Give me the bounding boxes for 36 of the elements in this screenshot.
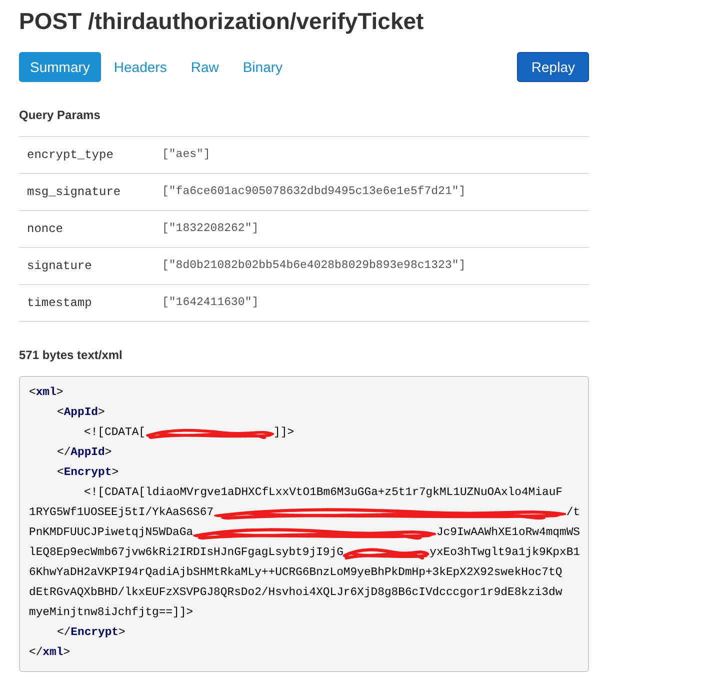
- section-heading: Query Params: [19, 107, 100, 124]
- tab[interactable]: Headers: [102, 52, 178, 82]
- page-title: POST /thirdauthorization/verifyTicket: [19, 7, 424, 36]
- code-text: <Encrypt>: [57, 466, 119, 482]
- param-value: ["1832208262"]: [162, 221, 259, 238]
- code-text: yxEo3hTwglt9a1jk9KpxB1: [430, 546, 580, 562]
- code-text: </AppId>: [57, 446, 112, 462]
- code-text: Jc9IwAAWhXE1oRw4mqmWS: [436, 526, 580, 542]
- param-name: nonce: [26, 221, 64, 238]
- code-text: dEtRGvAQXbBHD/lkxEUFzXSVPGJ8QRsDo2/Hsvhoi4XQLJr6XjD8g8B6cIVdcccgor1r9dE8kzi3dw: [29, 586, 562, 602]
- param-value: ["aes"]: [162, 147, 210, 164]
- replay-button[interactable]: Replay: [517, 52, 589, 82]
- code-text: </xml>: [29, 646, 70, 662]
- param-name: signature: [26, 258, 93, 275]
- code-text: <xml>: [29, 386, 64, 402]
- code-text: <![CDATA[: [84, 426, 146, 442]
- param-name: msg_signature: [26, 184, 122, 201]
- code-text: ]]>: [274, 426, 294, 442]
- param-value: ["8d0b21082b02bb54b6e4028b8029b893e98c1323"]: [162, 258, 466, 274]
- code-text: lEQ8Ep9ecWmb67jvw6kRi2IRDIsHJnGFgagLsybt9jI9jG: [29, 546, 344, 562]
- param-name: encrypt_type: [26, 147, 114, 164]
- code-text: <AppId>: [57, 406, 105, 422]
- tab[interactable]: Binary: [232, 52, 294, 82]
- tab[interactable]: Raw: [180, 52, 230, 82]
- code-text: PnKMDFUUCJPiwetqjN5WDaGa: [29, 526, 194, 542]
- code-text: </Encrypt>: [57, 626, 126, 642]
- code-text: 1RYG5Wf1UOSEEj5tI/YkAaS6S67: [29, 506, 214, 522]
- tab[interactable]: Summary: [19, 52, 101, 82]
- code-text: 6KhwYaDH2aVKPI94rQadiAjbSHMtRkaMLy++UCRG6BnzLoM9yeBhPkDmHp+3kEpX2X92swekHoc7tQ: [29, 566, 562, 582]
- section-heading: 571 bytes text/xml: [19, 347, 122, 364]
- code-text: myeMinjtnw8iJchfjtg==]]>: [29, 606, 194, 622]
- param-value: ["fa6ce601ac905078632dbd9495c13e6e1e5f7d21"]: [162, 184, 466, 200]
- param-value: ["1642411630"]: [162, 295, 259, 312]
- code-text: /t: [566, 506, 580, 522]
- param-name: timestamp: [26, 295, 93, 312]
- code-text: <![CDATA[ldiaoMVrgve1aDHXCfLxxVtO1Bm6M3uGGa+z5t1r7gkML1UZNuOAxlo4MiauF: [84, 486, 562, 502]
